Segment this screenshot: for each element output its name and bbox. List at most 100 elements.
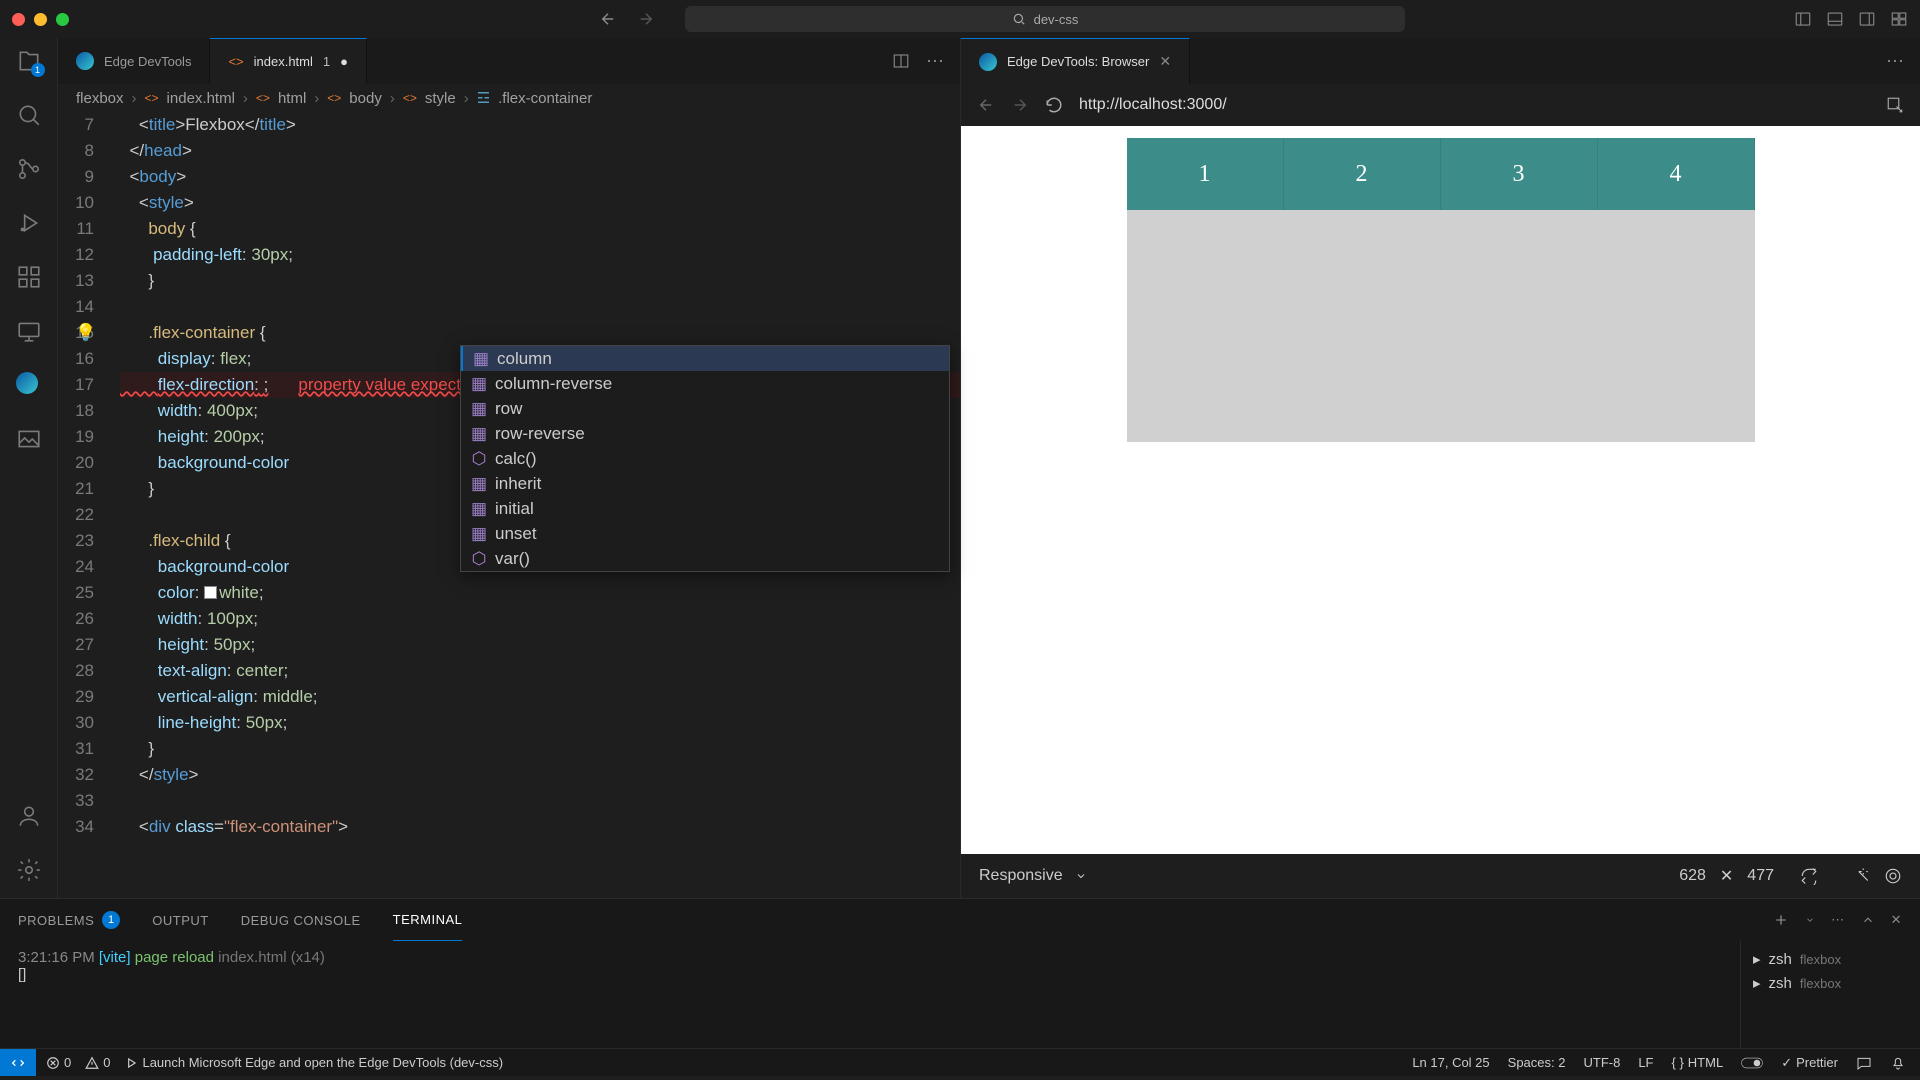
- ac-item[interactable]: ▦column-reverse: [461, 371, 949, 396]
- tab-terminal[interactable]: TERMINAL: [393, 899, 463, 941]
- times-icon: ✕: [1720, 866, 1733, 886]
- device-select[interactable]: Responsive: [979, 867, 1063, 885]
- target-icon[interactable]: [1884, 867, 1902, 885]
- terminal-list: ▸zshflexbox ▸zshflexbox: [1740, 941, 1920, 1048]
- close-icon[interactable]: ✕: [1159, 53, 1171, 70]
- tab-edge-devtools[interactable]: Edge DevTools: [58, 38, 210, 84]
- chevron-down-icon[interactable]: [1075, 870, 1087, 882]
- layout-grid-icon[interactable]: [1890, 10, 1908, 28]
- explorer-badge: 1: [31, 63, 45, 77]
- more-actions-icon[interactable]: ⋯: [1886, 51, 1904, 72]
- ac-item[interactable]: ▦row: [461, 396, 949, 421]
- lightbulb-icon[interactable]: 💡: [75, 320, 96, 346]
- remote-indicator[interactable]: [0, 1049, 36, 1076]
- maximize-window[interactable]: [56, 13, 69, 26]
- ac-item[interactable]: ▦initial: [461, 496, 949, 521]
- browser-viewport[interactable]: 1 2 3 4: [961, 126, 1920, 854]
- autocomplete-popup: ▦column ▦column-reverse ▦row ▦row-revers…: [460, 345, 950, 572]
- terminal-entry[interactable]: ▸zshflexbox: [1753, 947, 1908, 971]
- code-editor[interactable]: 7891011121314151617181920212223242526272…: [58, 112, 960, 898]
- tab-browser[interactable]: Edge DevTools: Browser ✕: [961, 38, 1190, 84]
- tab-label: Edge DevTools: [104, 54, 191, 69]
- debug-icon[interactable]: [16, 210, 42, 236]
- ac-item[interactable]: ▦column: [461, 346, 949, 371]
- viewport-width[interactable]: 628: [1679, 867, 1706, 885]
- forward-icon[interactable]: [1011, 96, 1029, 114]
- status-lang[interactable]: { }HTML: [1672, 1055, 1724, 1070]
- crumb[interactable]: flexbox: [76, 90, 124, 107]
- status-launch[interactable]: Launch Microsoft Edge and open the Edge …: [124, 1055, 503, 1070]
- account-icon[interactable]: [16, 803, 42, 829]
- chevron-up-icon[interactable]: [1861, 913, 1875, 927]
- modified-dot-icon: ●: [340, 54, 348, 69]
- breadcrumb[interactable]: flexbox› <>index.html› <>html› <>body› <…: [58, 84, 960, 112]
- ac-item[interactable]: ▦row-reverse: [461, 421, 949, 446]
- minimize-window[interactable]: [34, 13, 47, 26]
- tab-debug-console[interactable]: DEBUG CONSOLE: [241, 899, 361, 941]
- image-icon[interactable]: [16, 426, 42, 452]
- forward-icon[interactable]: [637, 10, 655, 28]
- panel-left-icon[interactable]: [1794, 10, 1812, 28]
- flex-child: 3: [1441, 138, 1598, 210]
- status-errors[interactable]: 0: [46, 1055, 71, 1070]
- status-indent[interactable]: Spaces: 2: [1508, 1055, 1566, 1070]
- search-side-icon[interactable]: [16, 102, 42, 128]
- code-body[interactable]: <title>Flexbox</title> </head> <body> <s…: [120, 112, 960, 898]
- crumb[interactable]: style: [425, 90, 456, 107]
- crumb[interactable]: body: [349, 90, 382, 107]
- ac-item[interactable]: ⬡var(): [461, 546, 949, 571]
- status-warnings[interactable]: 0: [85, 1055, 110, 1070]
- terminal-prompt[interactable]: []: [18, 966, 1722, 983]
- source-control-icon[interactable]: [16, 156, 42, 182]
- close-window[interactable]: [12, 13, 25, 26]
- wand-icon[interactable]: [1852, 867, 1870, 885]
- explorer-icon[interactable]: 1: [16, 48, 42, 74]
- status-cursor[interactable]: Ln 17, Col 25: [1412, 1055, 1489, 1070]
- edge-tools-icon[interactable]: [16, 372, 42, 398]
- crumb[interactable]: index.html: [167, 90, 235, 107]
- more-actions-icon[interactable]: ⋯: [926, 51, 944, 72]
- inspect-icon[interactable]: [1886, 96, 1904, 114]
- traffic-lights: [12, 13, 69, 26]
- terminal-entry[interactable]: ▸zshflexbox: [1753, 971, 1908, 995]
- tab-problems[interactable]: PROBLEMS1: [18, 899, 120, 941]
- close-panel-icon[interactable]: ✕: [1891, 912, 1902, 928]
- responsive-bar: Responsive 628 ✕ 477: [961, 854, 1920, 898]
- flex-child: 4: [1598, 138, 1755, 210]
- feedback-icon[interactable]: [1856, 1055, 1872, 1071]
- edge-icon: [76, 52, 94, 70]
- crumb[interactable]: .flex-container: [498, 90, 592, 107]
- new-terminal-icon[interactable]: [1773, 912, 1789, 928]
- url-text[interactable]: http://localhost:3000/: [1079, 96, 1227, 114]
- remote-icon[interactable]: [16, 318, 42, 344]
- status-eol[interactable]: LF: [1638, 1055, 1653, 1070]
- settings-gear-icon[interactable]: [16, 857, 42, 883]
- panel-bottom-icon[interactable]: [1826, 10, 1844, 28]
- back-icon[interactable]: [977, 96, 995, 114]
- panel-right-icon[interactable]: [1858, 10, 1876, 28]
- status-toggle[interactable]: [1741, 1052, 1763, 1074]
- back-icon[interactable]: [599, 10, 617, 28]
- command-center[interactable]: dev-css: [685, 6, 1405, 32]
- bell-icon[interactable]: [1890, 1055, 1906, 1071]
- status-prettier[interactable]: ✓Prettier: [1781, 1055, 1838, 1071]
- ac-item[interactable]: ▦inherit: [461, 471, 949, 496]
- flex-child: 2: [1284, 138, 1441, 210]
- reload-icon[interactable]: [1045, 96, 1063, 114]
- split-editor-icon[interactable]: [892, 52, 910, 70]
- chevron-down-icon[interactable]: [1805, 915, 1815, 925]
- bottom-panel: PROBLEMS1 OUTPUT DEBUG CONSOLE TERMINAL …: [0, 898, 1920, 1048]
- problems-badge: 1: [102, 911, 120, 929]
- viewport-height[interactable]: 477: [1747, 867, 1774, 885]
- rotate-icon[interactable]: [1800, 867, 1818, 885]
- tab-output[interactable]: OUTPUT: [152, 899, 208, 941]
- more-actions-icon[interactable]: ⋯: [1831, 912, 1845, 928]
- crumb[interactable]: html: [278, 90, 306, 107]
- terminal-output[interactable]: 3:21:16 PM [vite] page reload index.html…: [0, 941, 1740, 1048]
- tab-index-html[interactable]: <> index.html 1 ●: [210, 38, 367, 84]
- ac-item[interactable]: ⬡calc(): [461, 446, 949, 471]
- statusbar: 0 0 Launch Microsoft Edge and open the E…: [0, 1048, 1920, 1076]
- ac-item[interactable]: ▦unset: [461, 521, 949, 546]
- status-encoding[interactable]: UTF-8: [1583, 1055, 1620, 1070]
- extensions-icon[interactable]: [16, 264, 42, 290]
